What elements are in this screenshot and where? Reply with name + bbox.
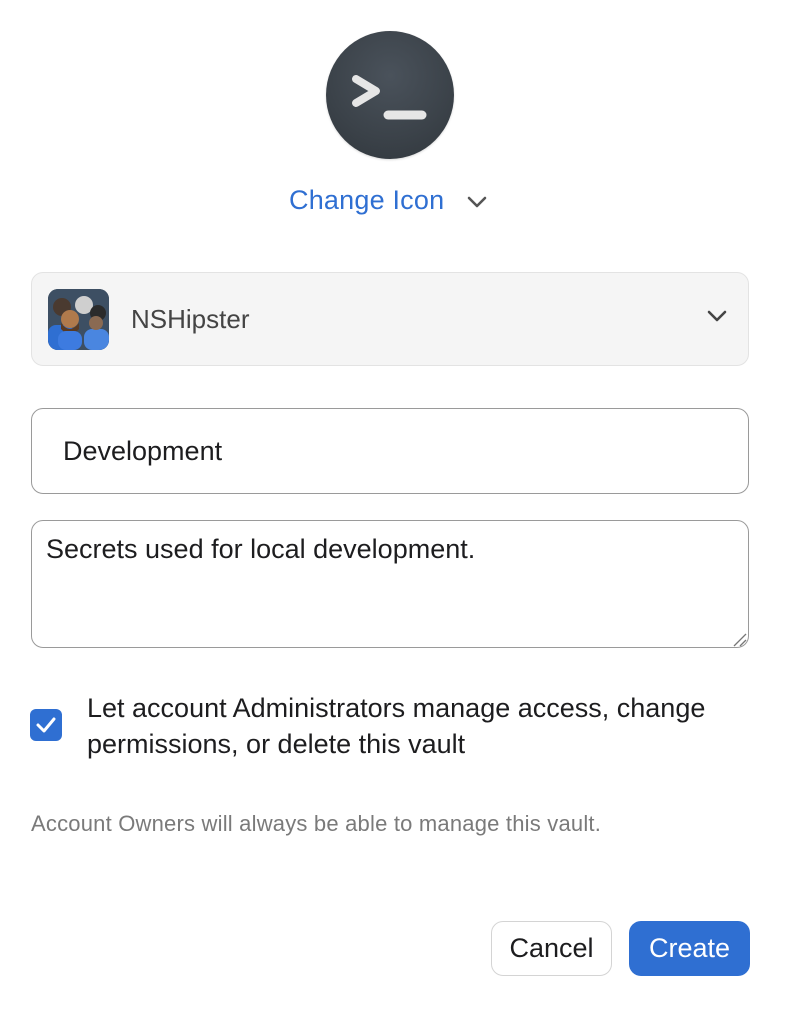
vault-name-input[interactable] (31, 408, 749, 494)
create-button[interactable]: Create (629, 921, 750, 976)
vault-description-textarea[interactable]: Secrets used for local development. (31, 520, 749, 648)
account-name: NSHipster (131, 303, 250, 334)
cancel-button[interactable]: Cancel (491, 921, 612, 976)
group-avatar (48, 288, 109, 350)
admin-permission-label[interactable]: Let account Administrators manage access… (87, 690, 727, 762)
vault-icon[interactable] (326, 31, 454, 159)
admin-permission-checkbox[interactable] (30, 709, 62, 741)
chevron-down-icon (468, 196, 487, 207)
change-icon-label: Change Icon (289, 185, 445, 215)
checkmark-icon (36, 717, 56, 733)
create-vault-dialog: Change Icon NSHipster Secrets u (0, 0, 785, 1009)
account-selector[interactable]: NSHipster (31, 272, 749, 366)
resize-handle-icon[interactable] (731, 631, 747, 647)
owners-note: Account Owners will always be able to ma… (31, 811, 602, 836)
terminal-prompt-icon (352, 75, 427, 120)
chevron-down-icon (707, 310, 727, 322)
change-icon-button[interactable]: Change Icon (289, 185, 488, 216)
